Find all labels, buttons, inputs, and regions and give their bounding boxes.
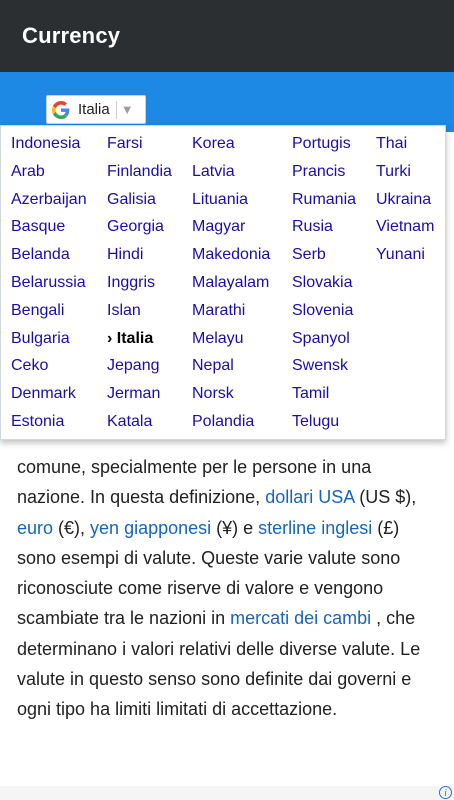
language-option[interactable]: Farsi (107, 134, 172, 162)
language-option[interactable]: Rusia (292, 217, 356, 245)
language-option-selected[interactable]: › Italia (107, 329, 172, 357)
language-option[interactable]: Slovakia (292, 273, 356, 301)
language-option[interactable]: Arab (11, 162, 87, 190)
selected-language: Italia (78, 101, 110, 118)
link-mercati-dei-cambi[interactable]: mercati dei cambi (230, 608, 371, 628)
language-option[interactable]: Malayalam (192, 273, 270, 301)
article-text: (¥) e (211, 517, 259, 538)
language-option[interactable]: Ukraina (376, 190, 434, 218)
language-option[interactable]: Belanda (11, 245, 87, 273)
language-option[interactable]: Turki (376, 162, 434, 190)
language-column-3: Korea Latvia Lituania Magyar Makedonia M… (192, 134, 270, 440)
language-option[interactable]: Estonia (11, 412, 87, 440)
language-option[interactable]: Bengali (11, 301, 87, 329)
language-option[interactable]: Yunani (376, 245, 434, 273)
language-option[interactable]: Belarussia (11, 273, 87, 301)
language-option[interactable]: Rumania (292, 190, 356, 218)
language-option[interactable]: Jerman (107, 384, 172, 412)
language-option[interactable]: Marathi (192, 301, 270, 329)
language-option[interactable]: Melayu (192, 329, 270, 357)
dropdown-arrow-icon[interactable]: ▼ (121, 102, 134, 117)
article-body: comune, specialmente per le persone in u… (17, 452, 442, 725)
language-option[interactable]: Norsk (192, 384, 270, 412)
language-option[interactable]: Georgia (107, 217, 172, 245)
language-option[interactable]: Tamil (292, 384, 356, 412)
language-column-5: Thai Turki Ukraina Vietnam Yunani (376, 134, 434, 273)
app-title: Currency (22, 23, 121, 48)
article-text: (US $), (354, 487, 417, 508)
language-option[interactable]: Indonesia (11, 134, 87, 162)
article-text: (€), (53, 517, 91, 538)
ad-banner[interactable] (0, 786, 454, 800)
link-dollari-usa[interactable]: dollari USA (265, 487, 354, 507)
ad-info-icon[interactable]: i (439, 786, 452, 799)
language-option[interactable]: Thai (376, 134, 434, 162)
language-option[interactable]: Latvia (192, 162, 270, 190)
language-column-4: Portugis Prancis Rumania Rusia Serb Slov… (292, 134, 356, 440)
language-option[interactable]: Serb (292, 245, 356, 273)
language-option[interactable]: Jepang (107, 356, 172, 384)
language-option[interactable]: Lituania (192, 190, 270, 218)
language-option[interactable]: Magyar (192, 217, 270, 245)
language-option[interactable]: Basque (11, 217, 87, 245)
language-option[interactable]: Prancis (292, 162, 356, 190)
language-option[interactable]: Korea (192, 134, 270, 162)
language-column-1: Indonesia Arab Azerbaijan Basque Belanda… (11, 134, 87, 440)
google-g-icon (52, 100, 70, 119)
divider (115, 100, 117, 119)
language-option[interactable]: Telugu (292, 412, 356, 440)
language-option[interactable]: Spanyol (292, 329, 356, 357)
language-option[interactable]: Nepal (192, 356, 270, 384)
language-option[interactable]: Swensk (292, 356, 356, 384)
language-option[interactable]: Polandia (192, 412, 270, 440)
link-sterline-inglesi[interactable]: sterline inglesi (258, 518, 372, 538)
language-option[interactable]: Denmark (11, 384, 87, 412)
language-column-2: Farsi Finlandia Galisia Georgia Hindi In… (107, 134, 172, 440)
language-option[interactable]: Bulgaria (11, 329, 87, 357)
language-option[interactable]: Galisia (107, 190, 172, 218)
language-option[interactable]: Inggris (107, 273, 172, 301)
language-option[interactable]: Azerbaijan (11, 190, 87, 218)
language-option[interactable]: Makedonia (192, 245, 270, 273)
language-option[interactable]: Hindi (107, 245, 172, 273)
language-option[interactable]: Ceko (11, 356, 87, 384)
language-option[interactable]: Katala (107, 412, 172, 440)
language-option[interactable]: Islan (107, 301, 172, 329)
language-option[interactable]: Portugis (292, 134, 356, 162)
app-bar: Currency (0, 0, 454, 72)
link-euro[interactable]: euro (17, 518, 53, 538)
link-yen-giapponesi[interactable]: yen giapponesi (90, 518, 211, 538)
language-option[interactable]: Finlandia (107, 162, 172, 190)
language-option[interactable]: Vietnam (376, 217, 434, 245)
language-selector[interactable]: Italia ▼ (46, 95, 146, 124)
language-menu: Indonesia Arab Azerbaijan Basque Belanda… (0, 125, 446, 440)
language-option[interactable]: Slovenia (292, 301, 356, 329)
